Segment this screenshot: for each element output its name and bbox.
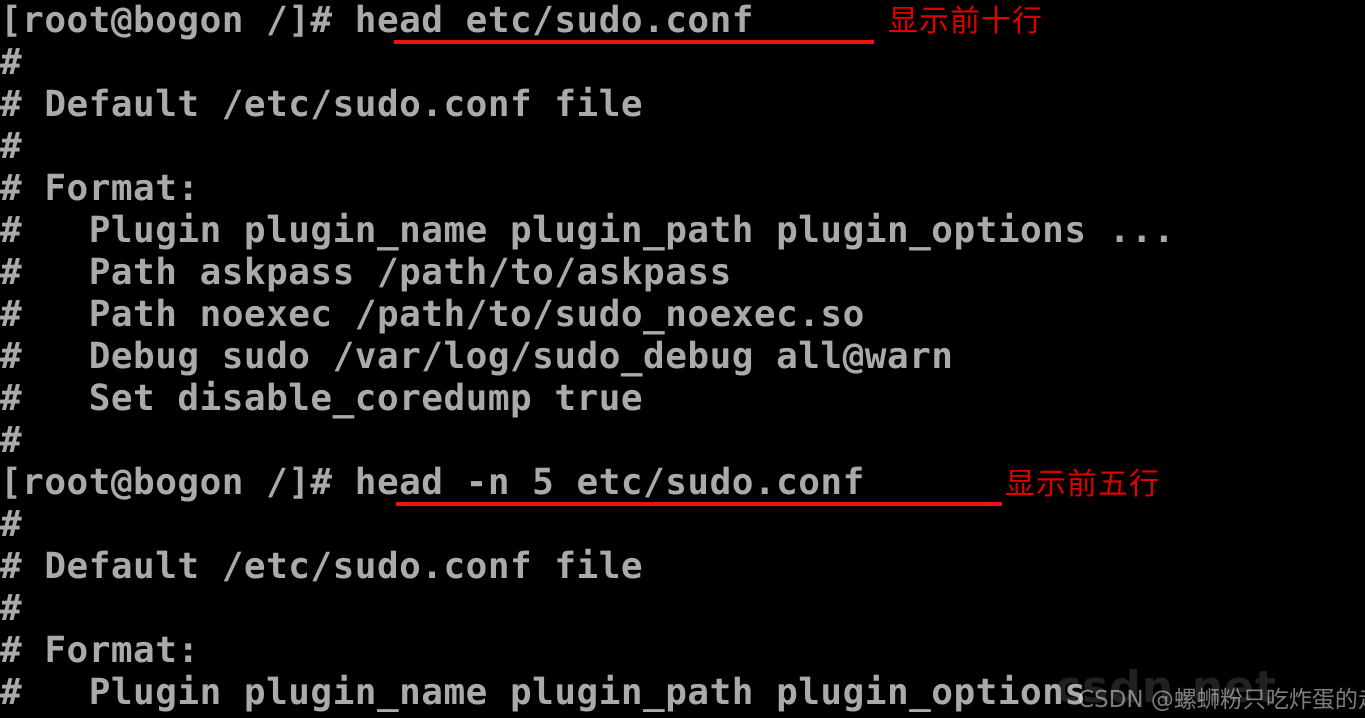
terminal-line: # Default /etc/sudo.conf file — [0, 84, 644, 125]
terminal-line: # Path noexec /path/to/sudo_noexec.so — [0, 294, 865, 335]
terminal-line-prompt-head-n5: [root@bogon /]# head -n 5 etc/sudo.conf — [0, 462, 865, 503]
terminal-line: # Default /etc/sudo.conf file — [0, 546, 644, 587]
command-underline-head — [394, 40, 874, 44]
terminal-line: # — [0, 126, 23, 167]
annotation-first-ten-lines: 显示前十行 — [888, 4, 1043, 39]
terminal-line: # — [0, 420, 23, 461]
terminal-line: # Format: — [0, 168, 200, 209]
annotation-first-five-lines: 显示前五行 — [1005, 467, 1160, 502]
terminal-screen: [root@bogon /]# head etc/sudo.conf # # D… — [0, 0, 1365, 718]
terminal-line: # Plugin plugin_name plugin_path plugin_… — [0, 672, 1087, 713]
terminal-line: # — [0, 504, 23, 545]
terminal-line: # Path askpass /path/to/askpass — [0, 252, 732, 293]
command-underline-head-n5 — [396, 502, 1002, 506]
terminal-line: # — [0, 42, 23, 83]
terminal-line: # Plugin plugin_name plugin_path plugin_… — [0, 210, 1176, 251]
terminal-line: # — [0, 588, 23, 629]
bottom-edge — [0, 712, 1365, 718]
terminal-line: # Set disable_coredump true — [0, 378, 644, 419]
watermark-csdn: CSDN @螺蛳粉只吃炸蛋的走风 — [1078, 687, 1365, 713]
terminal-line: # Format: — [0, 630, 200, 671]
terminal-line: # Debug sudo /var/log/sudo_debug all@war… — [0, 336, 954, 377]
terminal-line-prompt-head: [root@bogon /]# head etc/sudo.conf — [0, 0, 754, 41]
